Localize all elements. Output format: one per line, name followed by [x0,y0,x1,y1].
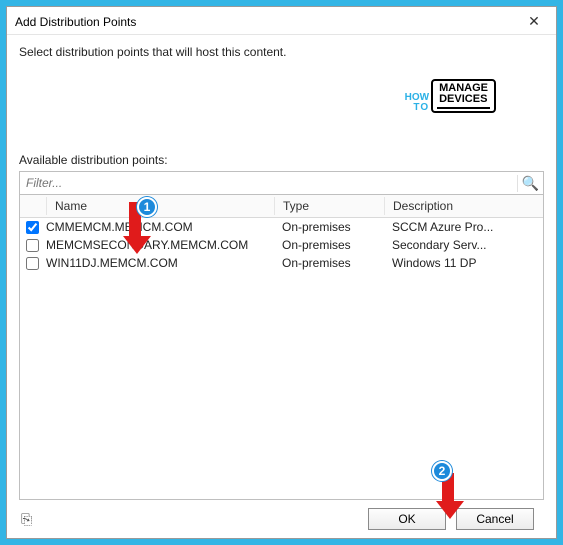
logo-box: MANAGE DEVICES [431,79,496,113]
table-row[interactable]: WIN11DJ.MEMCM.COM On-premises Windows 11… [20,254,543,272]
table-row[interactable]: MEMCMSECONDARY.MEMCM.COM On-premises Sec… [20,236,543,254]
titlebar: Add Distribution Points ✕ [7,7,556,35]
annotation-badge-2: 2 [432,461,452,481]
row-type: On-premises [274,256,384,270]
logo-left: HOW TO [405,93,429,113]
table-row[interactable]: CMMEMCM.MEMCM.COM On-premises SCCM Azure… [20,218,543,236]
close-icon[interactable]: ✕ [520,13,548,30]
row-name: CMMEMCM.MEMCM.COM [46,220,274,234]
dp-list: Name Type Description CMMEMCM.MEMCM.COM … [19,195,544,500]
row-type: On-premises [274,238,384,252]
col-description[interactable]: Description [384,197,537,215]
corner-icon[interactable]: ⎘ [21,511,32,528]
available-label: Available distribution points: [19,153,544,167]
filter-row: 🔍 [19,171,544,195]
instruction-text: Select distribution points that will hos… [19,45,544,59]
list-header: Name Type Description [20,195,543,218]
col-name[interactable]: Name [46,197,274,215]
row-name: WIN11DJ.MEMCM.COM [46,256,274,270]
row-description: Windows 11 DP [384,256,537,270]
add-distribution-points-dialog: Add Distribution Points ✕ Select distrib… [6,6,557,539]
filter-input[interactable] [20,172,517,194]
row-checkbox[interactable] [26,221,39,234]
row-description: SCCM Azure Pro... [384,220,537,234]
dialog-body: Select distribution points that will hos… [7,35,556,538]
row-description: Secondary Serv... [384,238,537,252]
col-type[interactable]: Type [274,197,384,215]
watermark-logo: HOW TO MANAGE DEVICES [405,79,496,113]
ok-button[interactable]: OK [368,508,446,530]
row-checkbox[interactable] [26,239,39,252]
annotation-badge-1: 1 [137,197,157,217]
row-checkbox[interactable] [26,257,39,270]
button-bar: OK Cancel [19,500,544,538]
row-name: MEMCMSECONDARY.MEMCM.COM [46,238,274,252]
row-type: On-premises [274,220,384,234]
cancel-button[interactable]: Cancel [456,508,534,530]
search-icon[interactable]: 🔍 [517,175,543,192]
dialog-title: Add Distribution Points [15,15,136,29]
